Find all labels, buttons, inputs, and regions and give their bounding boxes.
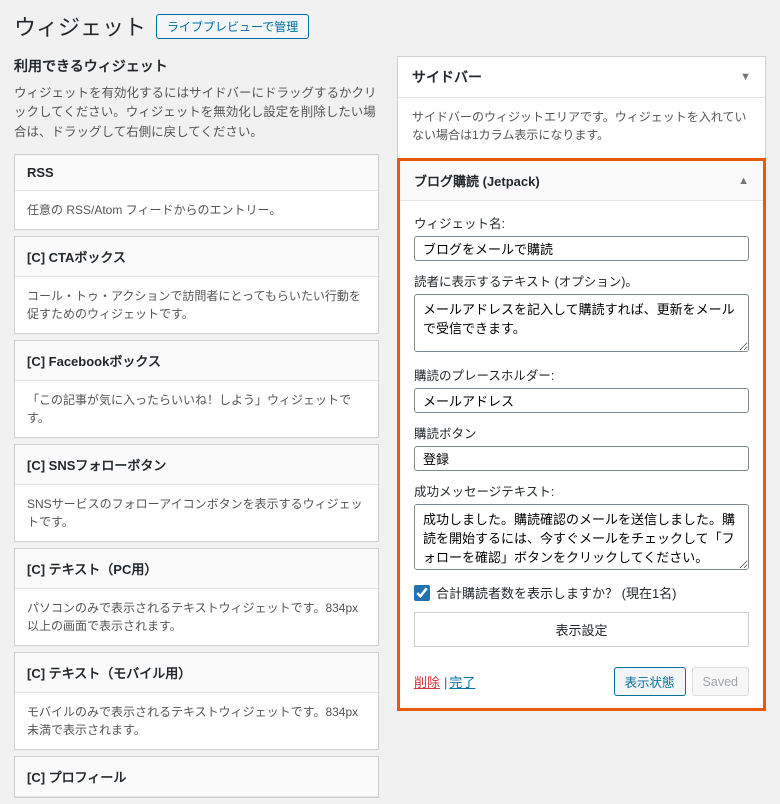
widget-editor-header[interactable]: ブログ購読 (Jetpack) ▲ xyxy=(400,161,763,201)
widget-item-title: [C] SNSフォローボタン xyxy=(15,445,378,485)
reader-text-label: 読者に表示するテキスト (オプション)。 xyxy=(414,271,749,290)
display-settings-toggle[interactable]: 表示設定 xyxy=(414,612,749,647)
widget-item[interactable]: [C] テキスト（PC用） パソコンのみで表示されるテキストウィジェットです。8… xyxy=(14,548,379,646)
widget-item[interactable]: [C] CTAボックス コール・トゥ・アクションで訪問者にとってもらいたい行動を… xyxy=(14,236,379,334)
visibility-button[interactable]: 表示状態 xyxy=(614,667,686,696)
available-widgets-heading: 利用できるウィジェット xyxy=(14,56,379,76)
sidebar-area-column: サイドバー ▼ サイドバーのウィジットエリアです。ウィジェットを入れていない場合… xyxy=(397,56,766,804)
success-message-label: 成功メッセージテキスト: xyxy=(414,481,749,500)
placeholder-label: 購読のプレースホルダー: xyxy=(414,365,749,384)
widget-item-desc: パソコンのみで表示されるテキストウィジェットです。834px以上の画面で表示され… xyxy=(15,589,378,645)
saved-button: Saved xyxy=(692,667,749,696)
sidebar-panel-title: サイドバー xyxy=(412,67,482,87)
widget-item[interactable]: [C] テキスト（モバイル用） モバイルのみで表示されるテキストウィジェットです… xyxy=(14,652,379,750)
subscribe-button-input[interactable] xyxy=(414,446,749,471)
widget-name-input[interactable] xyxy=(414,236,749,261)
widget-item-title: [C] テキスト（PC用） xyxy=(15,549,378,589)
widget-item[interactable]: [C] プロフィール xyxy=(14,756,379,798)
widget-item-title: [C] プロフィール xyxy=(15,757,378,797)
widget-name-label: ウィジェット名: xyxy=(414,213,749,232)
widget-item-desc: SNSサービスのフォローアイコンボタンを表示するウィジェットです。 xyxy=(15,485,378,541)
reader-text-textarea[interactable]: メールアドレスを記入して購読すれば、更新をメールで受信できます。 xyxy=(414,294,749,352)
available-widgets-column: 利用できるウィジェット ウィジェットを有効化するにはサイドバーにドラッグするかク… xyxy=(14,56,379,804)
widget-item[interactable]: [C] Facebookボックス 「この記事が気に入ったらいいね！しよう」ウィジ… xyxy=(14,340,379,438)
widget-item-desc: 「この記事が気に入ったらいいね！しよう」ウィジェットです。 xyxy=(15,381,378,437)
widget-editor-panel: ブログ購読 (Jetpack) ▲ ウィジェット名: 読者に表示するテキスト (… xyxy=(397,158,766,711)
widget-item-title: [C] Facebookボックス xyxy=(15,341,378,381)
sidebar-panel-description: サイドバーのウィジットエリアです。ウィジェットを入れていない場合は1カラム表示に… xyxy=(398,98,765,158)
widget-item-title: [C] CTAボックス xyxy=(15,237,378,277)
chevron-down-icon: ▼ xyxy=(740,71,751,83)
widget-item-desc: モバイルのみで表示されるテキストウィジェットです。834px未満で表示されます。 xyxy=(15,693,378,749)
available-widgets-description: ウィジェットを有効化するにはサイドバーにドラッグするかクリックしてください。ウィ… xyxy=(14,84,379,142)
separator: | xyxy=(444,675,447,690)
sidebar-panel: サイドバー ▼ サイドバーのウィジットエリアです。ウィジェットを入れていない場合… xyxy=(397,56,766,159)
manage-live-preview-button[interactable]: ライブプレビューで管理 xyxy=(156,14,309,39)
done-link[interactable]: 完了 xyxy=(449,675,475,690)
widget-item-title: [C] テキスト（モバイル用） xyxy=(15,653,378,693)
delete-link[interactable]: 削除 xyxy=(414,675,440,690)
show-subscriber-count-checkbox[interactable] xyxy=(414,585,430,601)
placeholder-input[interactable] xyxy=(414,388,749,413)
widget-item[interactable]: [C] SNSフォローボタン SNSサービスのフォローアイコンボタンを表示するウ… xyxy=(14,444,379,542)
widget-item-desc: 任意の RSS/Atom フィードからのエントリー。 xyxy=(15,191,378,229)
widget-editor-title: ブログ購読 (Jetpack) xyxy=(414,171,540,190)
widget-item-desc: コール・トゥ・アクションで訪問者にとってもらいたい行動を促すためのウィジェットで… xyxy=(15,277,378,333)
widget-item[interactable]: RSS 任意の RSS/Atom フィードからのエントリー。 xyxy=(14,154,379,230)
widget-item-title: RSS xyxy=(15,155,378,191)
success-message-textarea[interactable]: 成功しました。購読確認のメールを送信しました。購読を開始するには、今すぐメールを… xyxy=(414,504,749,570)
subscribe-button-label: 購読ボタン xyxy=(414,423,749,442)
page-title: ウィジェット xyxy=(14,10,146,42)
sidebar-panel-header[interactable]: サイドバー ▼ xyxy=(398,57,765,98)
show-subscriber-count-label: 合計購読者数を表示しますか？ (現在1名) xyxy=(436,583,677,602)
chevron-up-icon: ▲ xyxy=(738,175,749,187)
